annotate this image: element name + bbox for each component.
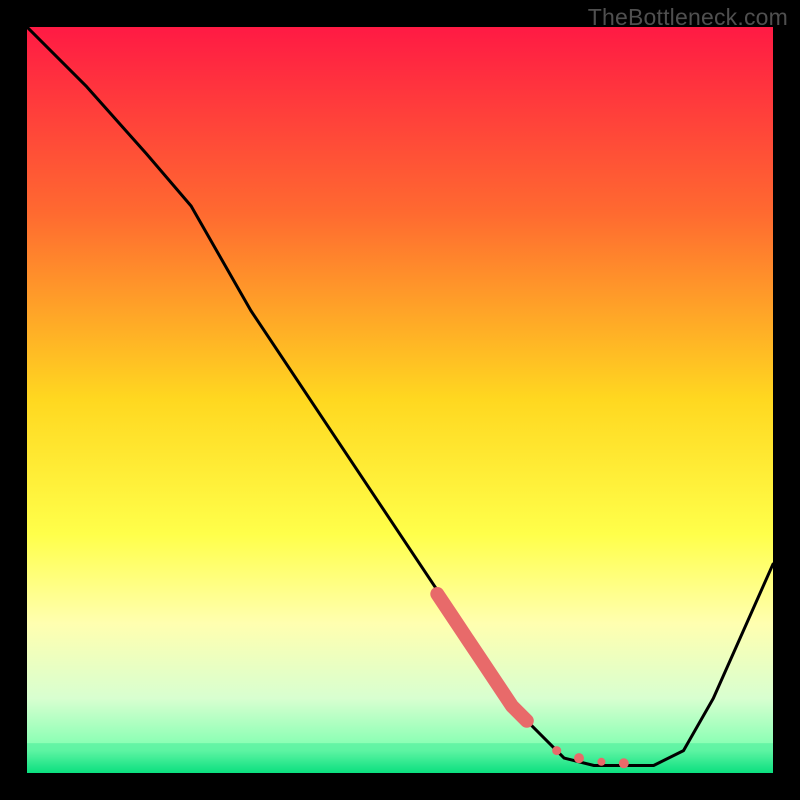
plot-area <box>27 27 773 773</box>
highlight-point-2 <box>597 758 605 766</box>
highlight-point-0 <box>552 746 561 755</box>
highlight-point-3 <box>619 758 629 768</box>
highlight-point-1 <box>574 753 584 763</box>
gradient-background <box>27 27 773 773</box>
optimal-band <box>27 743 773 773</box>
chart-frame: TheBottleneck.com <box>0 0 800 800</box>
chart-svg <box>27 27 773 773</box>
